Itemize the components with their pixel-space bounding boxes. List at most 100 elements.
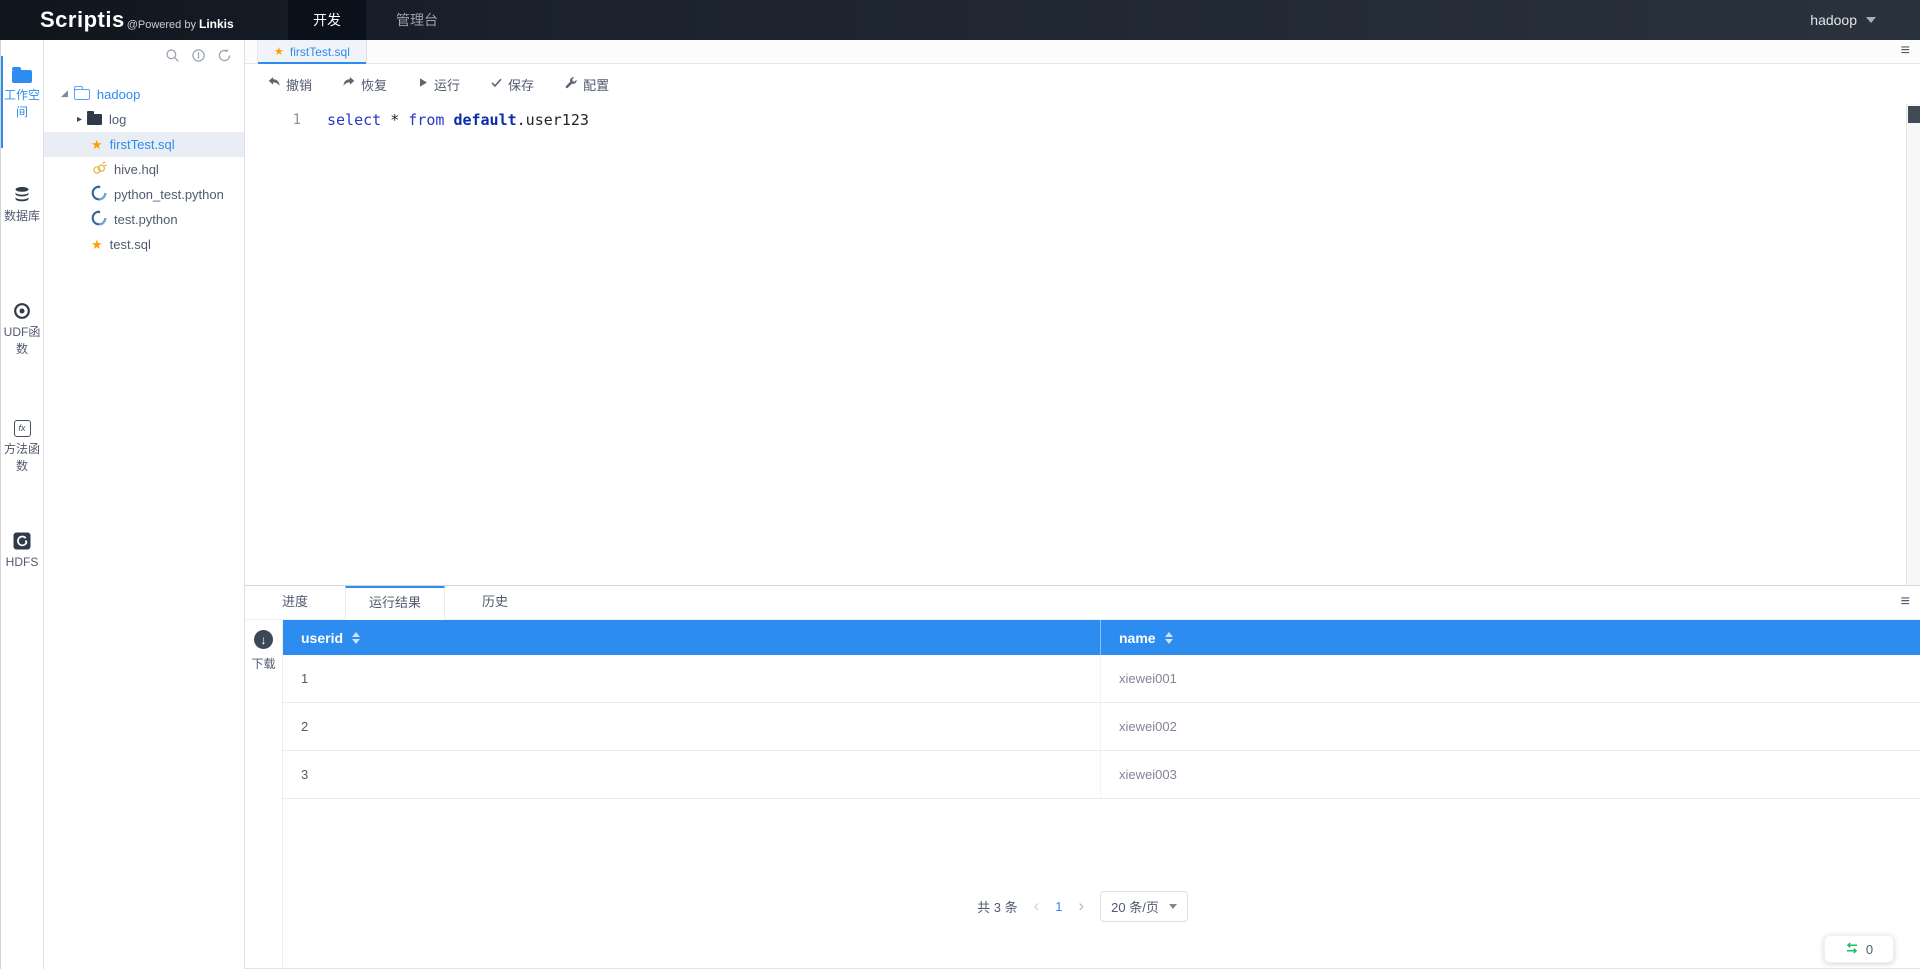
sidebar-item-label: 数据库 bbox=[3, 209, 40, 223]
cell-name: xiewei001 bbox=[1100, 655, 1920, 702]
tree-item-hadoop[interactable]: ◢ hadoop bbox=[44, 82, 244, 107]
fx-icon: fx bbox=[0, 420, 44, 437]
refresh-icon[interactable] bbox=[217, 48, 232, 63]
table-row: 2 xiewei002 bbox=[283, 703, 1920, 751]
editor-tab-firsttest-sql[interactable]: ★ firstTest.sql bbox=[257, 40, 367, 64]
code-text: select * from default.user123 bbox=[327, 111, 589, 129]
sidebar-item-workspace[interactable]: 工作空间 bbox=[0, 67, 44, 121]
undo-button[interactable]: 撤销 bbox=[267, 75, 312, 94]
user-menu[interactable]: hadoop bbox=[1810, 0, 1876, 40]
sidebar-item-label: 方法函数 bbox=[3, 442, 40, 473]
hive-file-icon bbox=[91, 161, 107, 178]
brand-tagline: @Powered by Linkis bbox=[126, 17, 234, 31]
editor-scrollbar[interactable] bbox=[1906, 104, 1920, 585]
tree-toolbar bbox=[165, 48, 232, 63]
workspace-tree-panel: ◢ hadoop ▸ log ★ firstTest.sql hive.hql bbox=[44, 40, 245, 969]
table-header: userid name bbox=[283, 620, 1920, 655]
editor-toolbar: 撤销 恢复 运行 保存 配置 bbox=[245, 64, 1906, 104]
hdfs-icon bbox=[0, 532, 44, 550]
download-button[interactable]: ↓ 下载 bbox=[245, 630, 282, 672]
line-number: 1 bbox=[292, 112, 301, 128]
column-header-name[interactable]: name bbox=[1100, 620, 1920, 655]
swap-arrows-icon bbox=[1845, 941, 1859, 957]
username: hadoop bbox=[1810, 12, 1857, 28]
sidebar-item-label: HDFS bbox=[5, 555, 39, 569]
tree-item-test-sql[interactable]: ★ test.sql bbox=[44, 232, 244, 257]
redo-icon bbox=[342, 76, 356, 93]
python-file-icon bbox=[91, 185, 107, 204]
page-number[interactable]: 1 bbox=[1055, 899, 1062, 914]
nav-tab-development[interactable]: 开发 bbox=[288, 0, 366, 40]
sql-file-icon: ★ bbox=[91, 137, 103, 152]
cell-name: xiewei003 bbox=[1100, 751, 1920, 798]
sidebar-item-database[interactable]: 数据库 bbox=[0, 186, 44, 225]
table-row: 1 xiewei001 bbox=[283, 655, 1920, 703]
chevron-right-icon[interactable]: › bbox=[1079, 896, 1085, 916]
cell-name: xiewei002 bbox=[1100, 703, 1920, 750]
sql-file-icon: ★ bbox=[274, 45, 284, 58]
dropdown-caret-icon bbox=[1168, 903, 1177, 909]
download-icon: ↓ bbox=[254, 630, 273, 649]
chevron-down-icon bbox=[1866, 17, 1876, 23]
brand-name: Scriptis bbox=[40, 7, 125, 32]
sidebar-item-functions[interactable]: fx 方法函数 bbox=[0, 420, 44, 475]
activity-bar: 工作空间 数据库 UDF函数 fx 方法函数 HDFS bbox=[0, 40, 44, 969]
sort-icon[interactable] bbox=[1164, 631, 1173, 644]
tree-item-log[interactable]: ▸ log bbox=[44, 107, 244, 132]
save-check-icon bbox=[490, 76, 503, 92]
config-button[interactable]: 配置 bbox=[564, 75, 609, 94]
sort-icon[interactable] bbox=[352, 631, 361, 644]
cell-userid: 1 bbox=[301, 671, 309, 686]
results-menu-icon[interactable]: ≡ bbox=[1901, 594, 1910, 610]
sidebar-item-hdfs[interactable]: HDFS bbox=[0, 532, 44, 571]
sql-file-icon: ★ bbox=[91, 237, 103, 252]
task-count: 0 bbox=[1865, 941, 1874, 957]
sidebar-item-label: 工作空间 bbox=[3, 88, 40, 119]
tab-progress[interactable]: 进度 bbox=[245, 586, 345, 620]
python-file-icon bbox=[91, 210, 107, 229]
locate-icon[interactable] bbox=[191, 48, 206, 63]
tab-run-result[interactable]: 运行结果 bbox=[345, 586, 445, 620]
editor-tabbar: ★ firstTest.sql ≡ bbox=[245, 40, 1920, 64]
total-count: 共 3 条 bbox=[977, 899, 1018, 915]
tree-item-firsttest-sql[interactable]: ★ firstTest.sql bbox=[44, 132, 244, 157]
page-size-select[interactable]: 20 条/页 bbox=[1100, 890, 1188, 922]
tab-history[interactable]: 历史 bbox=[445, 586, 545, 620]
file-tree: ◢ hadoop ▸ log ★ firstTest.sql hive.hql bbox=[44, 82, 244, 257]
save-button[interactable]: 保存 bbox=[490, 75, 534, 94]
tab-list-menu-icon[interactable]: ≡ bbox=[1901, 43, 1910, 59]
wrench-icon bbox=[564, 76, 578, 93]
task-counter-widget[interactable]: 0 bbox=[1824, 935, 1894, 963]
caret-collapsed-icon[interactable]: ▸ bbox=[77, 114, 82, 125]
code-line: 1 select * from default.user123 bbox=[245, 108, 1906, 132]
window-edge bbox=[0, 40, 1, 969]
tree-item-python-test[interactable]: python_test.python bbox=[44, 182, 244, 207]
column-header-userid[interactable]: userid bbox=[283, 620, 1100, 655]
run-icon bbox=[417, 76, 429, 92]
chevron-left-icon[interactable]: ‹ bbox=[1034, 896, 1040, 916]
workspace-folder-icon bbox=[0, 67, 44, 83]
sidebar-item-label: UDF函数 bbox=[3, 325, 41, 356]
scriptis-logo: Scriptis @Powered by Linkis bbox=[40, 0, 234, 40]
folder-open-icon bbox=[73, 86, 90, 100]
results-panel: 进度 运行结果 历史 ≡ ↓ 下载 userid name 1 xiewei00… bbox=[245, 585, 1920, 969]
nav-tab-console[interactable]: 管理台 bbox=[378, 0, 456, 40]
folder-icon bbox=[87, 111, 103, 125]
pagination: 共 3 条 ‹ 1 › 20 条/页 bbox=[245, 890, 1920, 922]
search-icon[interactable] bbox=[165, 48, 180, 63]
app-header: Scriptis @Powered by Linkis 开发 管理台 hadoo… bbox=[0, 0, 1920, 40]
redo-button[interactable]: 恢复 bbox=[342, 75, 387, 94]
undo-icon bbox=[267, 76, 281, 93]
run-button[interactable]: 运行 bbox=[417, 75, 460, 94]
tree-item-test-python[interactable]: test.python bbox=[44, 207, 244, 232]
scrollbar-thumb[interactable] bbox=[1908, 106, 1920, 123]
database-icon bbox=[0, 186, 44, 204]
sidebar-item-udf[interactable]: UDF函数 bbox=[0, 302, 44, 358]
code-editor[interactable]: 1 select * from default.user123 bbox=[245, 104, 1906, 585]
tree-item-hive-hql[interactable]: hive.hql bbox=[44, 157, 244, 182]
cell-userid: 2 bbox=[301, 719, 309, 734]
table-row: 3 xiewei003 bbox=[283, 751, 1920, 799]
cell-userid: 3 bbox=[301, 767, 309, 782]
results-tabbar: 进度 运行结果 历史 ≡ bbox=[245, 586, 1920, 620]
caret-expanded-icon[interactable]: ◢ bbox=[61, 88, 68, 99]
